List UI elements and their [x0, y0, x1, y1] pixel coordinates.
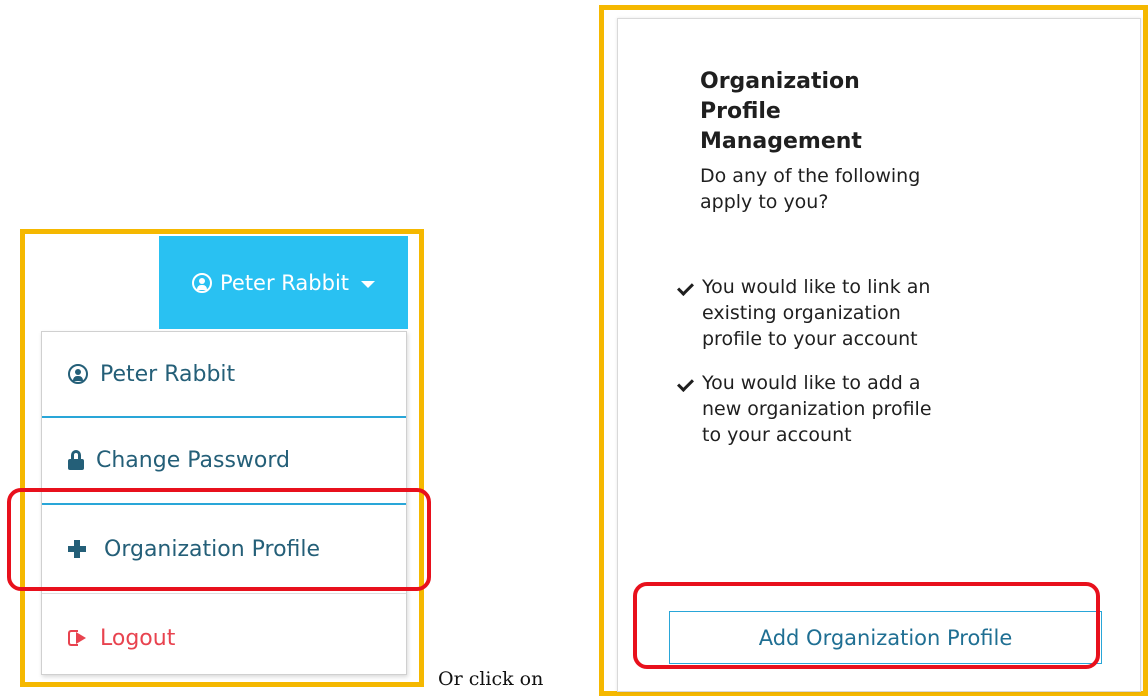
- bullet-text: You would like to add a new organization…: [702, 372, 932, 446]
- card-bullet-list: You would like to link an existing organ…: [677, 274, 978, 466]
- check-icon: [677, 279, 694, 296]
- lock-icon: [68, 450, 84, 470]
- menu-item-logout-label: Logout: [100, 625, 176, 651]
- menu-item-change-password-label: Change Password: [96, 447, 290, 473]
- organization-profile-callout: [7, 488, 431, 591]
- bullet-text: You would like to link an existing organ…: [702, 276, 931, 350]
- user-circle-icon: [68, 364, 88, 384]
- caret-down-icon: [361, 280, 376, 288]
- card-title: Organization Profile Management: [700, 69, 862, 154]
- instruction-caption: Or click on: [438, 668, 544, 690]
- sign-out-icon: [68, 630, 88, 646]
- user-menu-highlight-frame: Peter Rabbit Peter Rabbit Change Passwor…: [20, 229, 424, 687]
- user-menu-button[interactable]: Peter Rabbit: [159, 236, 408, 329]
- check-icon: [677, 375, 694, 392]
- list-item: You would like to add a new organization…: [677, 370, 942, 448]
- menu-item-logout[interactable]: Logout: [42, 596, 406, 680]
- user-menu-button-label: Peter Rabbit: [219, 270, 350, 295]
- menu-item-profile-label: Peter Rabbit: [100, 361, 236, 387]
- menu-item-profile[interactable]: Peter Rabbit: [42, 332, 406, 416]
- user-circle-icon: [191, 272, 212, 293]
- menu-divider: [42, 593, 406, 594]
- list-item: You would like to link an existing organ…: [677, 274, 942, 352]
- add-profile-callout: [633, 582, 1100, 669]
- card-intro: Do any of the following apply to you?: [700, 165, 921, 213]
